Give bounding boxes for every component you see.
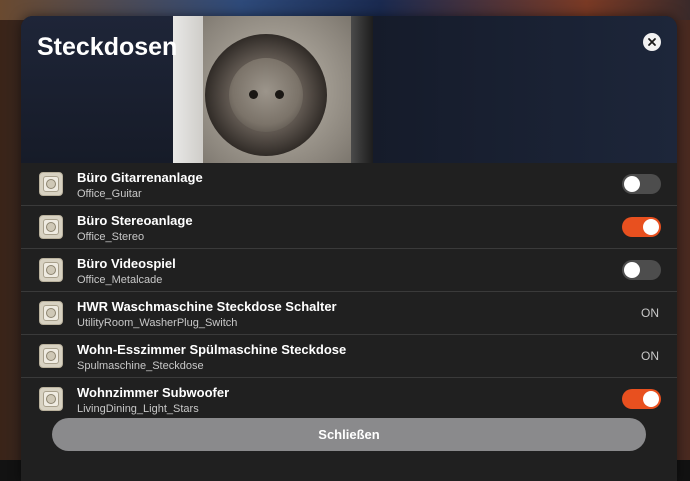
toggle-knob xyxy=(643,219,659,235)
list-item: HWR Waschmaschine Steckdose Schalter Uti… xyxy=(21,292,677,335)
item-entity-id: Office_Guitar xyxy=(77,188,142,200)
item-name[interactable]: Wohnzimmer Subwoofer xyxy=(77,385,229,400)
dialog-header: Steckdosen xyxy=(21,16,677,163)
power-socket-icon-socket xyxy=(46,179,56,189)
power-socket-icon[interactable] xyxy=(39,258,63,282)
power-socket-icon[interactable] xyxy=(39,215,63,239)
toggle-switch[interactable] xyxy=(622,174,661,194)
close-icon xyxy=(648,38,656,46)
socket-list: Büro Gitarrenanlage Office_Guitar Büro S… xyxy=(21,163,677,420)
hero-socket xyxy=(205,34,327,156)
list-item: Büro Gitarrenanlage Office_Guitar xyxy=(21,163,677,206)
power-socket-icon-plate xyxy=(43,219,59,235)
close-dialog-button[interactable]: Schließen xyxy=(52,418,646,451)
dialog-title: Steckdosen xyxy=(37,33,178,61)
hero-wall xyxy=(173,16,203,163)
toggle-knob xyxy=(624,176,640,192)
item-name[interactable]: Wohn-Esszimmer Spülmaschine Steckdose xyxy=(77,342,346,357)
item-entity-id: Office_Stereo xyxy=(77,231,145,243)
list-item: Wohn-Esszimmer Spülmaschine Steckdose Sp… xyxy=(21,335,677,378)
item-entity-id: Office_Metalcade xyxy=(77,274,163,286)
power-socket-icon-plate xyxy=(43,348,59,364)
power-socket-icon[interactable] xyxy=(39,387,63,411)
hero-wall-right xyxy=(351,16,373,163)
list-item: Büro Stereoanlage Office_Stereo xyxy=(21,206,677,249)
power-socket-icon-socket xyxy=(46,308,56,318)
power-socket-icon[interactable] xyxy=(39,344,63,368)
power-socket-photo xyxy=(173,16,373,163)
power-socket-icon[interactable] xyxy=(39,172,63,196)
item-entity-id: Spulmaschine_Steckdose xyxy=(77,360,204,372)
hero-socket-hole xyxy=(249,90,258,99)
item-entity-id: UtilityRoom_WasherPlug_Switch xyxy=(77,317,238,329)
toggle-switch[interactable] xyxy=(622,389,661,409)
power-socket-icon-plate xyxy=(43,391,59,407)
toggle-knob xyxy=(624,262,640,278)
toggle-switch[interactable] xyxy=(622,217,661,237)
toggle-switch[interactable] xyxy=(622,260,661,280)
power-socket-icon-socket xyxy=(46,222,56,232)
close-button[interactable] xyxy=(643,33,661,51)
power-socket-icon[interactable] xyxy=(39,301,63,325)
power-socket-icon-socket xyxy=(46,394,56,404)
toggle-knob xyxy=(643,391,659,407)
power-socket-icon-socket xyxy=(46,351,56,361)
hero-socket-inner xyxy=(229,58,303,132)
item-name[interactable]: Büro Stereoanlage xyxy=(77,213,193,228)
item-entity-id: LivingDining_Light_Stars xyxy=(77,403,199,415)
power-socket-icon-socket xyxy=(46,265,56,275)
power-socket-icon-plate xyxy=(43,305,59,321)
socket-dialog: Steckdosen Büro Gitarrenanlage Office_Gu… xyxy=(21,16,677,481)
power-socket-icon-plate xyxy=(43,176,59,192)
item-name[interactable]: Büro Videospiel xyxy=(77,256,176,271)
list-item: Wohnzimmer Subwoofer LivingDining_Light_… xyxy=(21,378,677,420)
power-socket-icon-plate xyxy=(43,262,59,278)
state-text: ON xyxy=(641,306,659,320)
state-text: ON xyxy=(641,349,659,363)
header-bg-right xyxy=(373,16,677,163)
hero-socket-hole xyxy=(275,90,284,99)
list-item: Büro Videospiel Office_Metalcade xyxy=(21,249,677,292)
item-name[interactable]: HWR Waschmaschine Steckdose Schalter xyxy=(77,299,337,314)
item-name[interactable]: Büro Gitarrenanlage xyxy=(77,170,203,185)
